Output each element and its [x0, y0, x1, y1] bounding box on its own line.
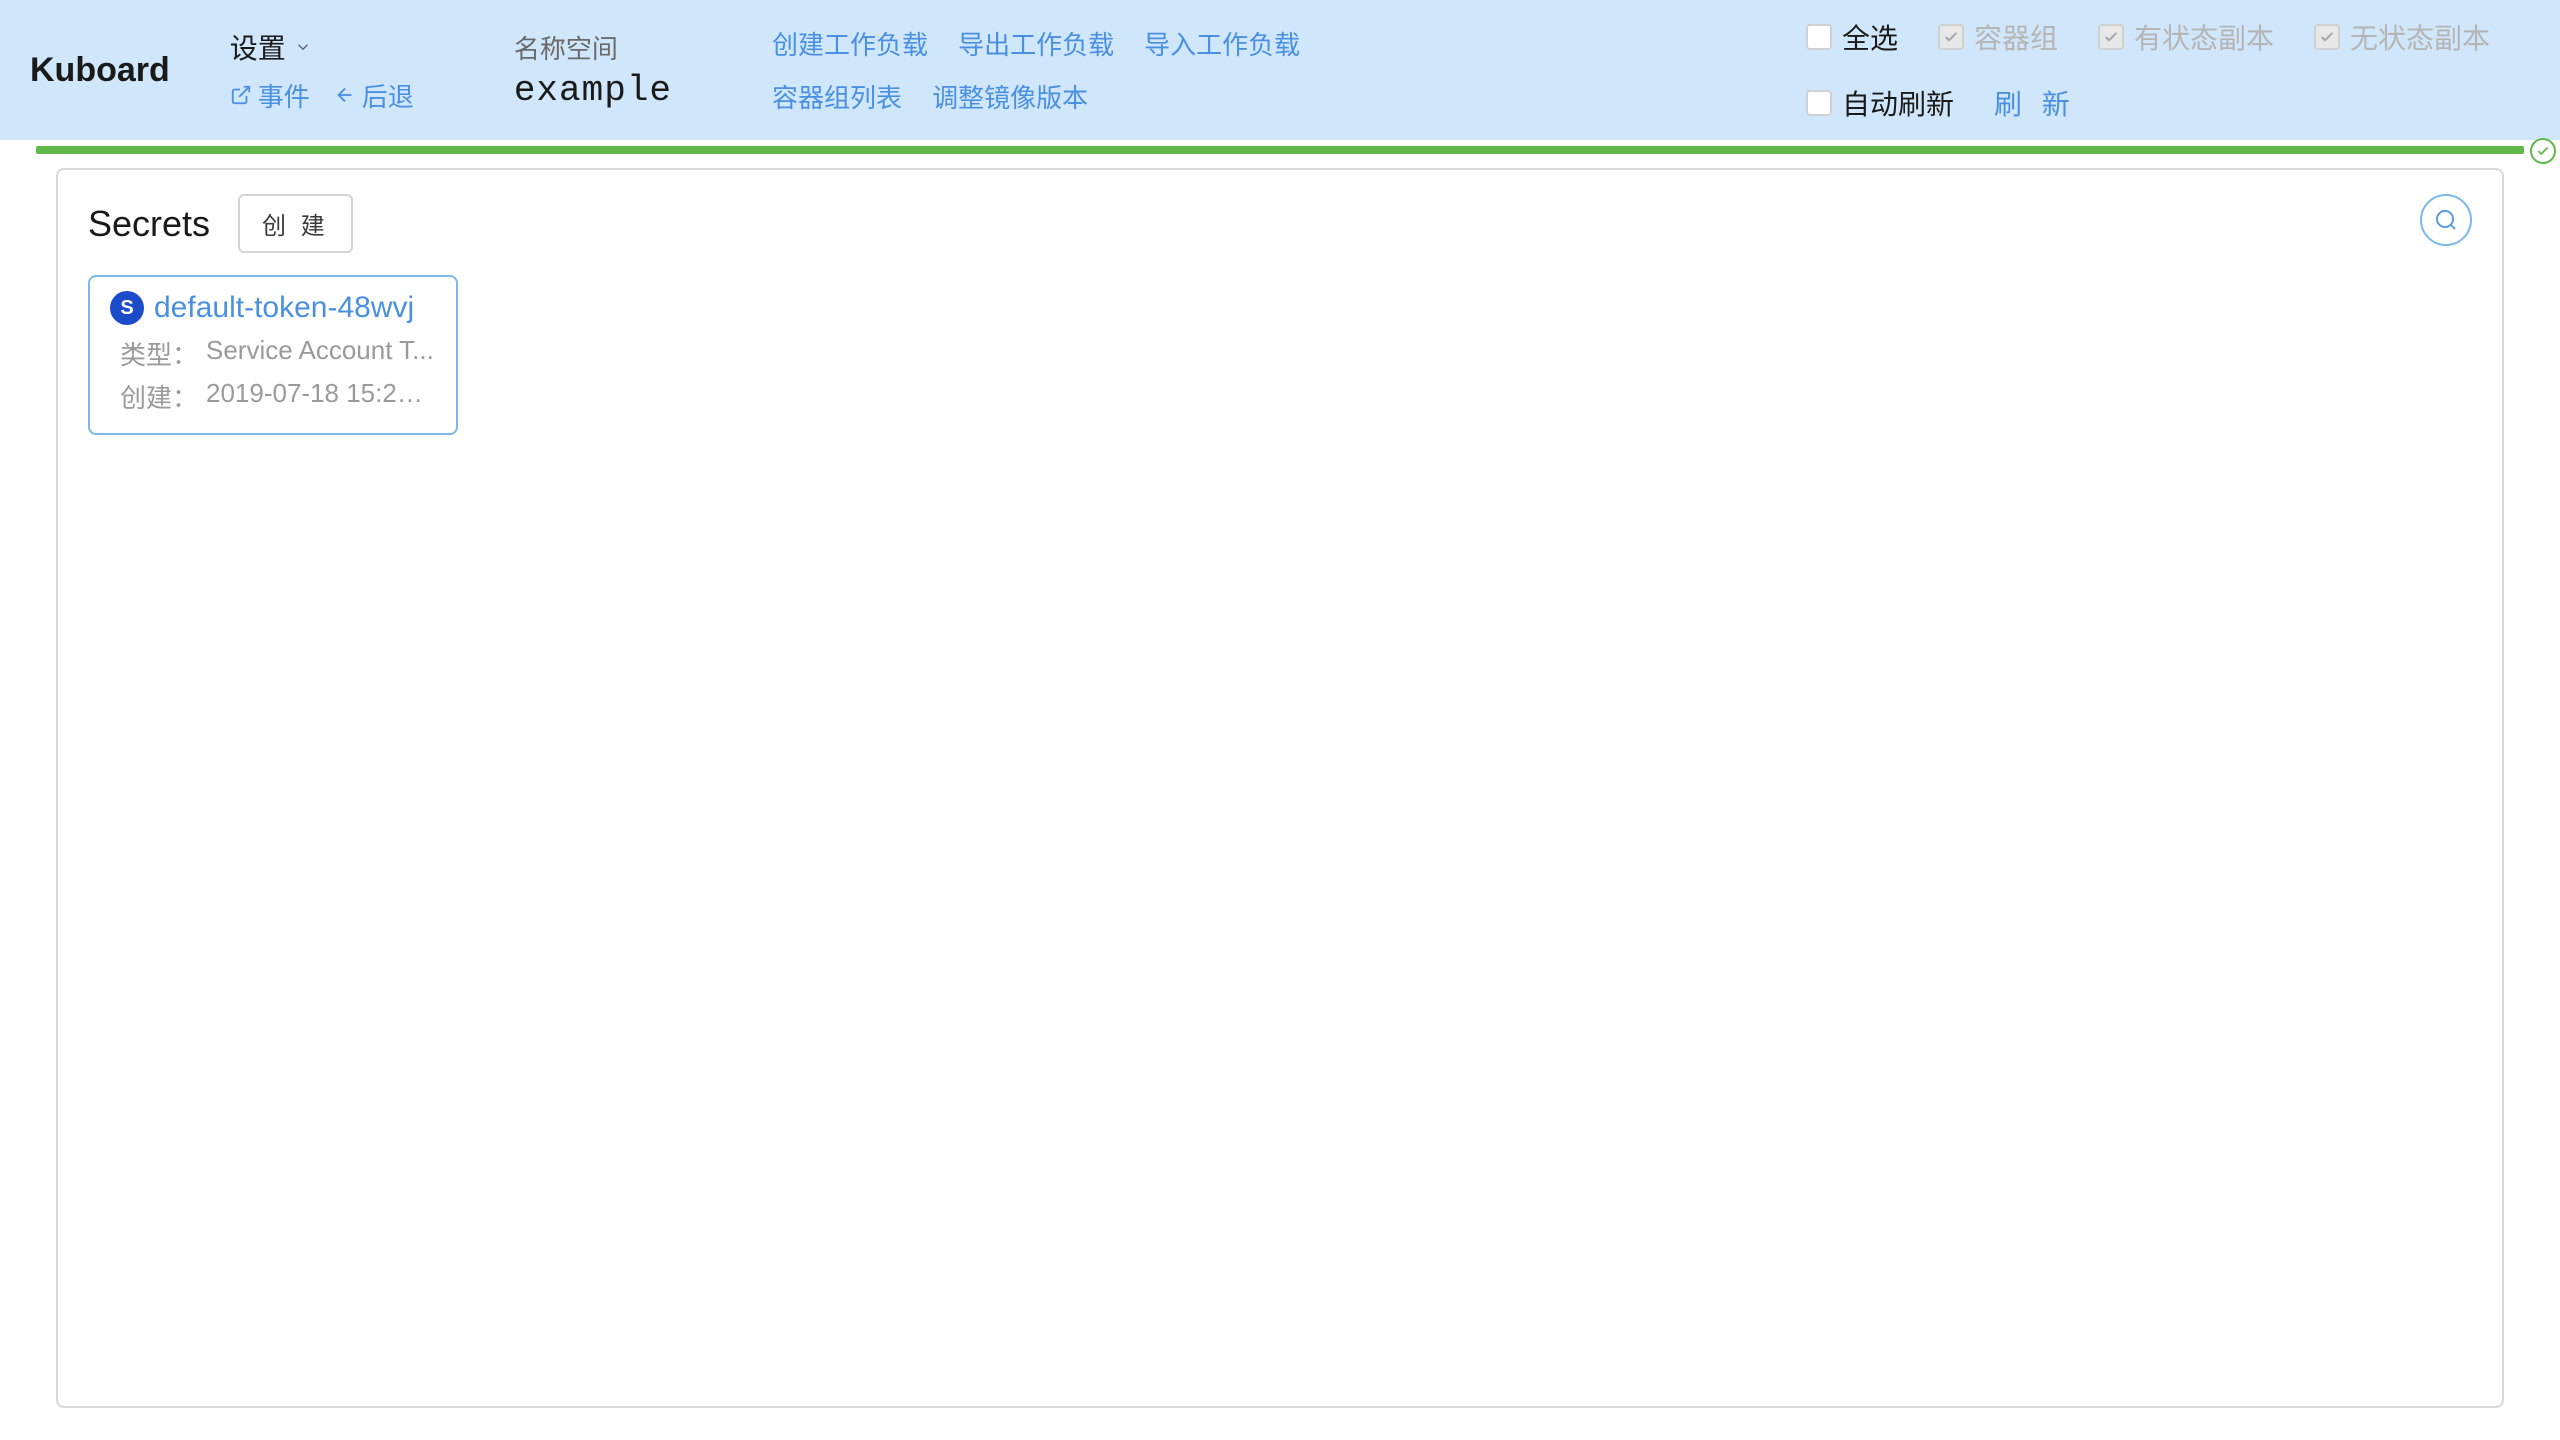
header-bar: Kuboard 设置 事件 — [0, 0, 2560, 140]
stateless-replica-label: 无状态副本 — [2350, 17, 2490, 57]
select-all-checkbox[interactable]: 全选 — [1806, 17, 1898, 57]
check-icon — [2103, 29, 2119, 45]
namespace-value: example — [514, 70, 672, 111]
badge-letter: S — [120, 297, 133, 320]
app-logo: Kuboard — [30, 0, 230, 140]
pod-list-link[interactable]: 容器组列表 — [772, 78, 902, 115]
back-link[interactable]: 后退 — [334, 77, 414, 114]
checkbox-box-icon — [2314, 24, 2340, 50]
arrow-left-icon — [334, 84, 356, 106]
check-icon — [2536, 144, 2550, 158]
export-workload-link[interactable]: 导出工作负载 — [958, 25, 1114, 62]
header-right-block: 全选 容器组 有状态副本 — [1806, 0, 2530, 140]
stateful-replica-checkbox[interactable]: 有状态副本 — [2098, 17, 2274, 57]
pod-group-label: 容器组 — [1974, 17, 2058, 57]
actions-block: 创建工作负载 导出工作负载 导入工作负载 容器组列表 调整镜像版本 — [772, 0, 1300, 140]
progress-bar-wrap — [0, 146, 2560, 154]
create-button[interactable]: 创 建 — [238, 194, 353, 253]
stateless-replica-checkbox[interactable]: 无状态副本 — [2314, 17, 2490, 57]
checkbox-box-icon — [1806, 90, 1832, 116]
import-workload-link[interactable]: 导入工作负载 — [1144, 25, 1300, 62]
progress-bar — [36, 146, 2524, 154]
chevron-down-icon — [294, 38, 312, 56]
refresh-row: 自动刷新 刷 新 — [1806, 83, 2490, 123]
created-label: 创建： — [120, 378, 206, 415]
events-link[interactable]: 事件 — [230, 77, 310, 114]
check-icon — [2319, 29, 2335, 45]
panel-title: Secrets — [88, 203, 210, 245]
back-link-text: 后退 — [362, 77, 414, 114]
checkbox-box-icon — [1806, 24, 1832, 50]
type-label: 类型： — [120, 335, 206, 372]
external-link-icon — [230, 84, 252, 106]
card-title-row: S default-token-48wvj — [110, 291, 436, 325]
main-panel: Secrets 创 建 S default-token-48wvj 类型： Se… — [56, 168, 2504, 1408]
check-icon — [1943, 29, 1959, 45]
checkbox-box-icon — [2098, 24, 2124, 50]
events-link-text: 事件 — [258, 77, 310, 114]
auto-refresh-checkbox[interactable]: 自动刷新 — [1806, 83, 1954, 123]
namespace-label: 名称空间 — [514, 29, 672, 66]
create-workload-link[interactable]: 创建工作负载 — [772, 25, 928, 62]
filter-checkbox-row: 全选 容器组 有状态副本 — [1806, 17, 2490, 57]
logo-text: Kuboard — [30, 51, 170, 90]
search-icon — [2434, 208, 2458, 232]
card-created-row: 创建： 2019-07-18 15:21:36 — [110, 378, 436, 415]
auto-refresh-label: 自动刷新 — [1842, 83, 1954, 123]
panel-header: Secrets 创 建 — [88, 194, 2472, 253]
refresh-link[interactable]: 刷 新 — [1994, 83, 2076, 123]
secret-name: default-token-48wvj — [154, 291, 414, 325]
type-value: Service Account T... — [206, 335, 434, 372]
secret-card[interactable]: S default-token-48wvj 类型： Service Accoun… — [88, 275, 458, 435]
checkbox-box-icon — [1938, 24, 1964, 50]
pod-group-checkbox[interactable]: 容器组 — [1938, 17, 2058, 57]
actions-row-2: 容器组列表 调整镜像版本 — [772, 78, 1300, 115]
card-type-row: 类型： Service Account T... — [110, 335, 436, 372]
select-all-label: 全选 — [1842, 17, 1898, 57]
settings-dropdown[interactable]: 设置 — [230, 27, 414, 67]
secret-badge-icon: S — [110, 291, 144, 325]
namespace-block: 名称空间 example — [514, 0, 772, 140]
settings-label-text: 设置 — [230, 27, 286, 67]
progress-success-icon — [2530, 138, 2556, 164]
search-button[interactable] — [2420, 194, 2472, 246]
created-value: 2019-07-18 15:21:36 — [206, 378, 436, 415]
stateful-replica-label: 有状态副本 — [2134, 17, 2274, 57]
adjust-image-link[interactable]: 调整镜像版本 — [932, 78, 1088, 115]
header-sub-links: 事件 后退 — [230, 77, 414, 114]
actions-row-1: 创建工作负载 导出工作负载 导入工作负载 — [772, 25, 1300, 62]
settings-block: 设置 事件 — [230, 0, 514, 140]
